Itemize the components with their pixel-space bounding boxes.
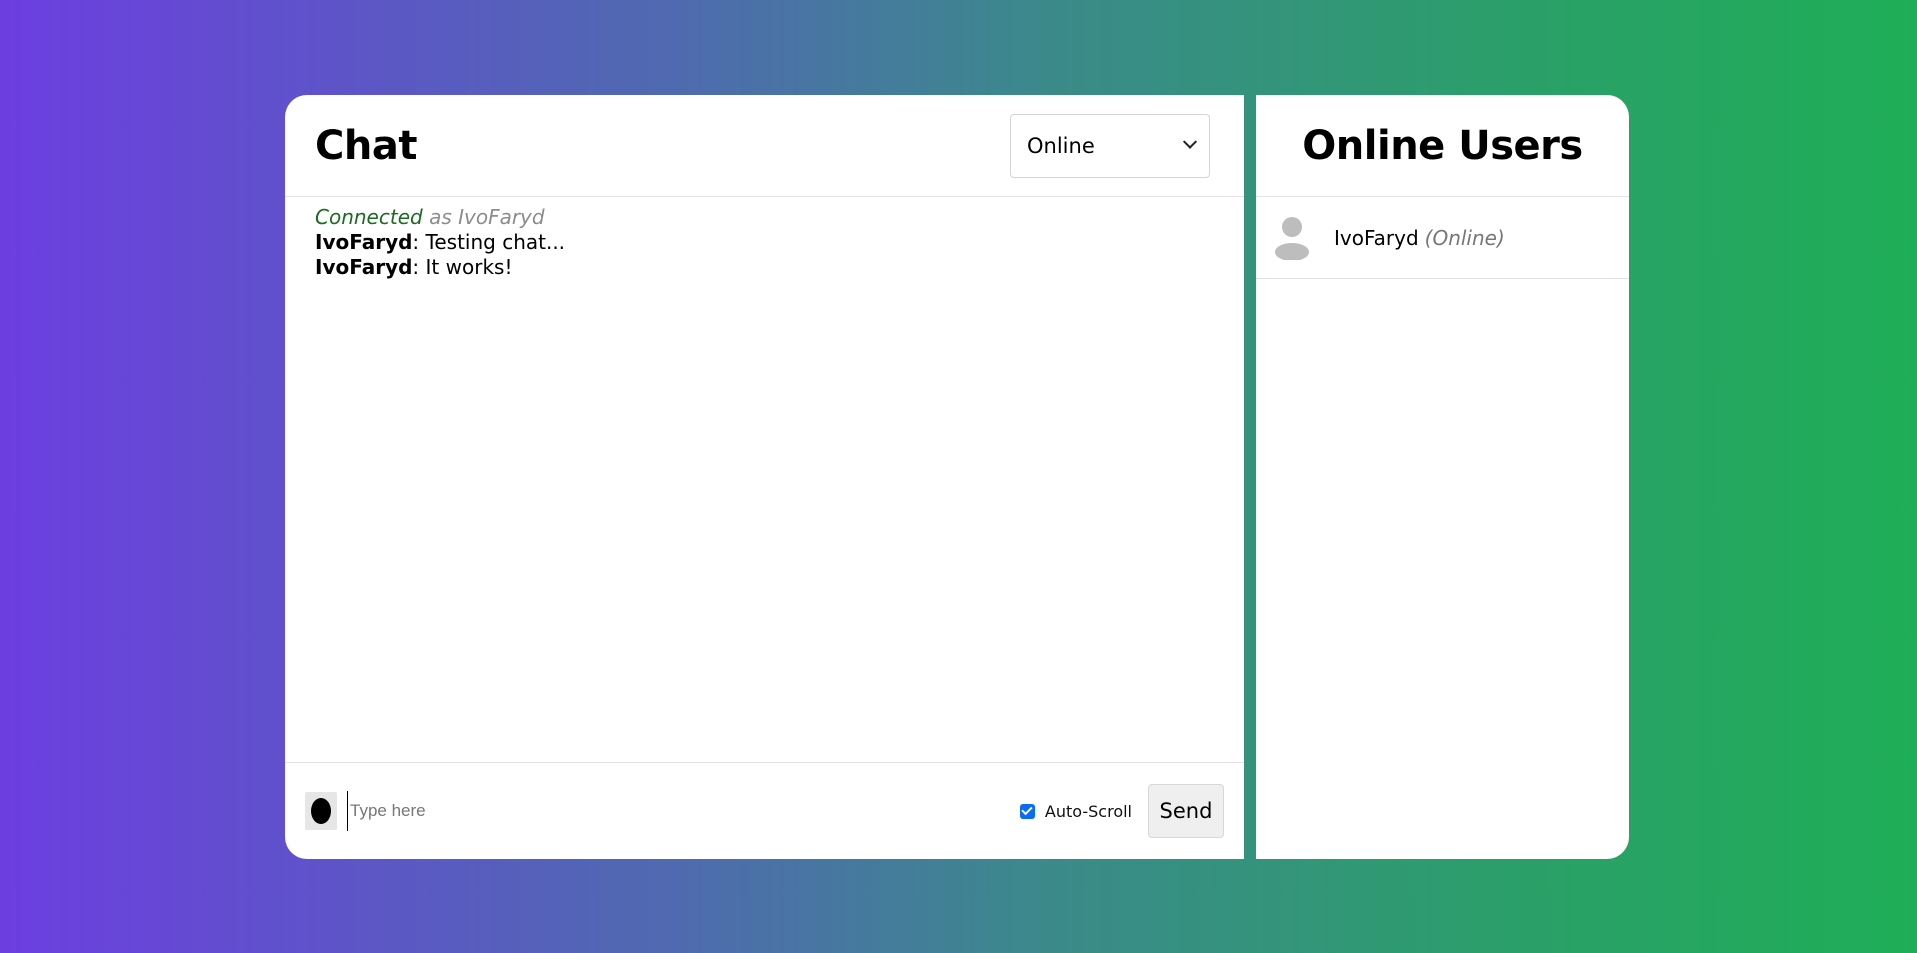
chat-title: Chat (315, 122, 417, 169)
status-select[interactable]: Online (1010, 113, 1210, 178)
auto-scroll-checkbox[interactable] (1019, 803, 1035, 819)
avatar-button[interactable] (305, 792, 337, 830)
online-users-title: Online Users (1302, 122, 1583, 169)
message-item: IvoFaryd: Testing chat... (315, 230, 1214, 255)
user-list-item[interactable]: IvoFaryd (Online) (1256, 197, 1629, 279)
message-author: IvoFaryd (315, 255, 413, 279)
online-users-header: Online Users (1256, 95, 1629, 197)
chat-header: Chat Online (285, 95, 1244, 197)
message-author: IvoFaryd (315, 230, 413, 254)
message-composer: Auto-Scroll Send (285, 763, 1244, 859)
message-input[interactable] (347, 791, 1020, 831)
message-text: It works! (419, 255, 513, 279)
user-silhouette-icon (1275, 216, 1309, 260)
message-item: IvoFaryd: It works! (315, 255, 1214, 280)
connected-label: Connected (315, 205, 423, 229)
chat-panel: Chat Online Connected as IvoFaryd IvoFar… (285, 95, 1244, 859)
online-users-panel: Online Users IvoFaryd (Online) (1256, 95, 1629, 859)
auto-scroll-toggle[interactable]: Auto-Scroll (1019, 801, 1132, 821)
status-select-value: Online (1027, 133, 1095, 158)
message-list[interactable]: Connected as IvoFaryd IvoFaryd: Testing … (285, 197, 1244, 763)
user-name: IvoFaryd (1334, 225, 1419, 250)
chevron-down-icon (1182, 134, 1198, 149)
user-status: (Online) (1424, 225, 1505, 250)
message-text: Testing chat... (419, 230, 566, 254)
connected-as-text: as IvoFaryd (429, 205, 545, 229)
auto-scroll-label: Auto-Scroll (1044, 801, 1132, 821)
connection-status: Connected as IvoFaryd (315, 205, 1214, 230)
send-button[interactable]: Send (1148, 784, 1224, 838)
chat-app: Chat Online Connected as IvoFaryd IvoFar… (285, 95, 1629, 859)
avatar-icon (311, 798, 331, 824)
